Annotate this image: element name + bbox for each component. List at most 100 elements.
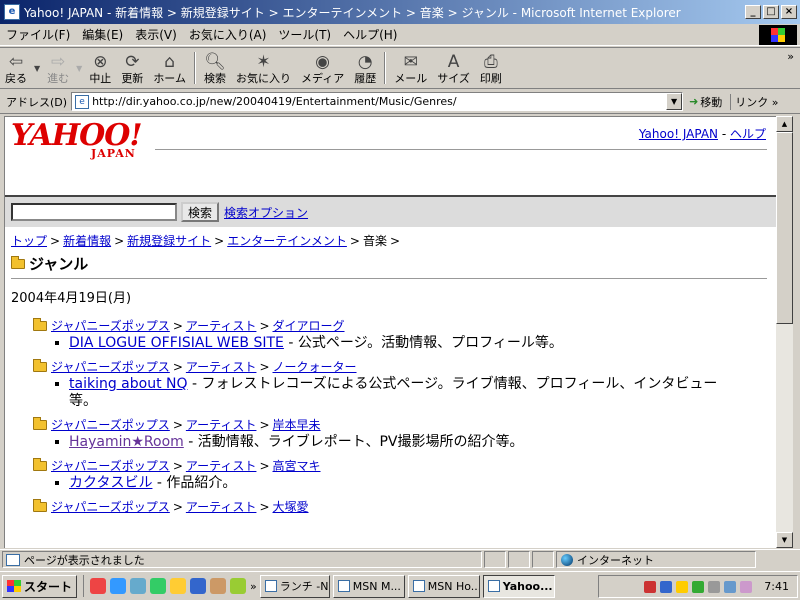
page-content: YAHOO! JAPAN Yahoo! JAPAN - ヘルプ 検索 検索オプシ… [4, 116, 776, 548]
volume-tray-icon[interactable] [740, 580, 753, 593]
breadcrumb: トップ > 新着情報 > 新規登録サイト > エンターテインメント > 音楽 > [11, 234, 401, 248]
scroll-up-icon[interactable]: ▲ [776, 116, 793, 132]
address-input[interactable] [92, 95, 663, 108]
category-link[interactable]: アーティスト [186, 358, 257, 375]
refresh-button[interactable]: ⟳ 更新 [116, 48, 148, 88]
maximize-button[interactable]: □ [763, 5, 779, 19]
site-link[interactable]: taiking about NQ [69, 376, 188, 392]
breadcrumb-top[interactable]: トップ [11, 234, 47, 248]
quick-launch-ie-icon[interactable] [110, 578, 127, 594]
folder-icon [33, 317, 47, 331]
mail-button[interactable]: ✉ メール [389, 48, 432, 88]
tray-icon[interactable] [660, 580, 673, 593]
category-link[interactable]: ダイアローグ [273, 317, 345, 334]
menu-bar: ファイル(F) 編集(E) 表示(V) お気に入り(A) ツール(T) ヘルプ(… [0, 24, 800, 46]
address-dropdown-icon[interactable]: ▼ [666, 93, 683, 110]
category-link[interactable]: ノークォーター [273, 358, 357, 375]
quick-launch-app-icon[interactable] [230, 578, 247, 594]
category-link[interactable]: ジャパニーズポップス [51, 317, 170, 334]
printer-icon: ⎙ [484, 51, 498, 72]
menu-file[interactable]: ファイル(F) [0, 26, 76, 43]
start-button[interactable]: スタート [2, 574, 78, 598]
menu-view[interactable]: 表示(V) [129, 26, 183, 43]
site-link[interactable]: DIA LOGUE OFFISIAL WEB SITE [69, 335, 284, 351]
home-button[interactable]: ⌂ ホーム [148, 48, 191, 88]
category-link[interactable]: アーティスト [186, 498, 257, 515]
taskbar-item[interactable]: MSN Ho... [407, 574, 480, 598]
status-cell-empty [508, 551, 530, 568]
category-link[interactable]: ジャパニーズポップス [51, 498, 170, 515]
quick-launch-app-icon[interactable] [170, 578, 187, 594]
quick-launch-app-icon[interactable] [150, 578, 167, 594]
category-link[interactable]: アーティスト [186, 317, 257, 334]
media-button[interactable]: ◉ メディア [296, 48, 349, 88]
go-button[interactable]: ➜ 移動 [689, 94, 722, 110]
category-link[interactable]: ジャパニーズポップス [51, 416, 170, 433]
quick-launch-app-icon[interactable] [210, 578, 227, 594]
yahoo-japan-link[interactable]: Yahoo! JAPAN [639, 127, 718, 141]
scroll-down-icon[interactable]: ▼ [776, 532, 793, 548]
stop-button[interactable]: ⊗ 中止 [84, 48, 116, 88]
breadcrumb-new-info[interactable]: 新着情報 [63, 234, 111, 248]
menu-help[interactable]: ヘルプ(H) [337, 26, 403, 43]
history-button[interactable]: ◔ 履歴 [349, 48, 381, 88]
vertical-scrollbar[interactable]: ▲ ▼ [776, 116, 793, 548]
clock[interactable]: 7:41 [764, 580, 789, 593]
search-input[interactable] [11, 203, 177, 221]
taskbar-item-active[interactable]: Yahoo... [482, 574, 555, 598]
address-field[interactable]: e ▼ [71, 92, 684, 111]
menu-favorites[interactable]: お気に入り(A) [183, 26, 273, 43]
taskbar-item[interactable]: ランチ -NX [259, 574, 330, 598]
minimize-button[interactable]: _ [745, 5, 761, 19]
site-link[interactable]: カクタスビル [69, 475, 152, 491]
menu-tools[interactable]: ツール(T) [272, 26, 337, 43]
windows-flag-icon [7, 580, 21, 592]
category-link[interactable]: アーティスト [186, 457, 257, 474]
forward-dropdown-icon[interactable]: ▼ [76, 64, 82, 73]
breadcrumb-entertainment[interactable]: エンターテインメント [227, 234, 347, 248]
toolbar-more-button[interactable]: » [787, 50, 794, 63]
taskbar-item[interactable]: MSN M... [332, 574, 405, 598]
search-options-link[interactable]: 検索オプション [224, 204, 308, 221]
window-titlebar[interactable]: e Yahoo! JAPAN - 新着情報 > 新規登録サイト > エンターテイ… [0, 0, 800, 24]
search-button[interactable]: 🔍︎ 検索 [199, 48, 231, 88]
header-divider [155, 149, 767, 150]
folder-icon [33, 358, 47, 372]
ie-icon [487, 580, 500, 592]
category-link[interactable]: アーティスト [186, 416, 257, 433]
favorites-button[interactable]: ✶ お気に入り [231, 48, 296, 88]
back-button[interactable]: ⇦ 戻る [0, 48, 32, 88]
forward-button[interactable]: ⇨ 進む [42, 48, 74, 88]
quick-launch-desktop-icon[interactable] [130, 578, 147, 594]
scroll-thumb[interactable] [776, 132, 793, 324]
search-submit-button[interactable]: 検索 [181, 202, 220, 222]
internet-globe-icon [561, 553, 573, 566]
links-button[interactable]: リンク » [730, 93, 779, 110]
category-link[interactable]: 高宮マキ [273, 457, 321, 474]
quick-launch-mail-icon[interactable] [90, 578, 107, 594]
help-link[interactable]: ヘルプ [730, 127, 766, 141]
breadcrumb-new-sites[interactable]: 新規登録サイト [127, 234, 211, 248]
tray-icon[interactable] [644, 580, 657, 593]
quick-launch-more[interactable]: » [250, 580, 257, 593]
close-button[interactable]: × [781, 5, 797, 19]
category-link[interactable]: 大塚愛 [273, 498, 309, 515]
tray-icon[interactable] [692, 580, 705, 593]
back-dropdown-icon[interactable]: ▼ [34, 64, 40, 73]
category-link[interactable]: ジャパニーズポップス [51, 457, 170, 474]
address-bar: アドレス(D) e ▼ ➜ 移動 リンク » [0, 90, 800, 114]
folder-icon [33, 416, 47, 430]
search-bar: 検索 検索オプション [5, 195, 776, 227]
yahoo-japan-logo[interactable]: YAHOO! JAPAN [11, 121, 143, 161]
list-item: ジャパニーズポップス > アーティスト > 高宮マキ カクタスビル - 作品紹介。 [33, 457, 733, 492]
print-button[interactable]: ⎙ 印刷 [475, 48, 507, 88]
site-link[interactable]: Hayamin★Room [69, 434, 184, 450]
category-link[interactable]: 岸本早未 [273, 416, 321, 433]
network-tray-icon[interactable] [724, 580, 737, 593]
tray-icon[interactable] [708, 580, 721, 593]
size-button[interactable]: A サイズ [432, 48, 475, 88]
category-link[interactable]: ジャパニーズポップス [51, 358, 170, 375]
menu-edit[interactable]: 編集(E) [76, 26, 129, 43]
quick-launch-media-icon[interactable] [190, 578, 207, 594]
tray-icon[interactable] [676, 580, 689, 593]
